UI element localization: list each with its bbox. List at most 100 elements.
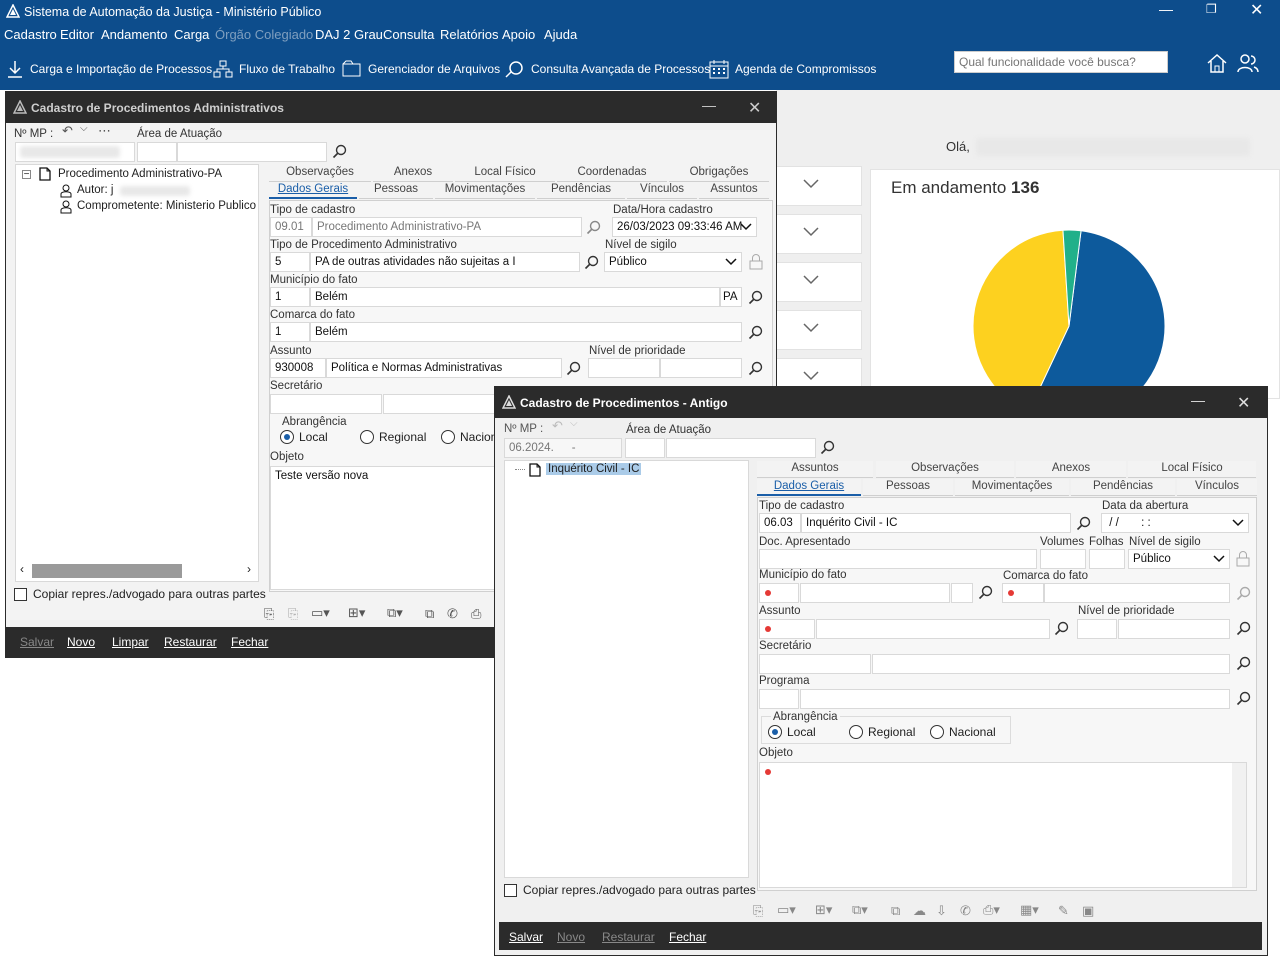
search-icon[interactable]	[748, 325, 764, 341]
clone-icon[interactable]: ⧉	[891, 903, 900, 919]
comarca-field[interactable]	[1044, 583, 1230, 603]
menu-andamento[interactable]: Andamento	[101, 27, 168, 42]
phone-icon[interactable]: ✆	[447, 606, 458, 622]
menu-relatorios[interactable]: Relatórios	[440, 27, 499, 42]
add-document-icon[interactable]: ⎘	[753, 903, 763, 919]
close-icon[interactable]: ✕	[1237, 393, 1250, 413]
download-doc-icon[interactable]: ⇩	[936, 903, 947, 919]
minimize-icon[interactable]: —	[702, 97, 716, 113]
tab-assuntos[interactable]: Assuntos	[757, 461, 873, 478]
stack-icon[interactable]: ⧉▾	[852, 902, 868, 918]
restaurar-button[interactable]: Restaurar	[164, 635, 217, 649]
programa-field[interactable]	[800, 689, 1230, 709]
tab-movimentacoes[interactable]: Movimentações	[435, 182, 535, 199]
toolbar-agenda[interactable]: Agenda de Compromissos	[709, 58, 876, 80]
horizontal-scrollbar-thumb[interactable]	[32, 564, 182, 578]
search-icon[interactable]	[978, 585, 994, 601]
assunto-field[interactable]: Política e Normas Administrativas	[326, 358, 562, 378]
radio-regional[interactable]: Regional	[849, 725, 915, 739]
objeto-textarea[interactable]	[759, 762, 1247, 888]
fechar-button[interactable]: Fechar	[669, 930, 706, 944]
scroll-left-icon[interactable]: ‹	[20, 562, 24, 576]
tab-anexos[interactable]: Anexos	[1016, 461, 1126, 478]
sigilo-select[interactable]: Público	[604, 252, 742, 272]
tab-obrigacoes[interactable]: Obrigações	[669, 165, 769, 182]
secretario-code[interactable]	[759, 654, 871, 674]
tab-pendencias[interactable]: Pendências	[537, 182, 625, 199]
toolbar-gerenciador-arquivos[interactable]: Gerenciador de Arquivos	[342, 58, 500, 80]
novo-button[interactable]: Novo	[67, 635, 95, 649]
tipo-cadastro-code[interactable]: 06.03	[759, 513, 801, 533]
search-icon[interactable]	[1236, 586, 1252, 602]
restore-icon[interactable]: ❐	[1206, 2, 1217, 16]
accordion-item[interactable]	[776, 262, 862, 302]
chevron-down-icon[interactable]	[740, 223, 752, 231]
search-icon[interactable]	[1054, 621, 1070, 637]
prioridade-code[interactable]	[1077, 619, 1117, 639]
fechar-button[interactable]: Fechar	[231, 635, 268, 649]
tab-pessoas[interactable]: Pessoas	[359, 182, 433, 199]
tree-node-procedimento[interactable]: Procedimento Administrativo-PA	[58, 168, 222, 180]
search-icon[interactable]	[584, 255, 600, 271]
calendar-icon[interactable]: ▦▾	[1020, 902, 1039, 918]
municipio-code[interactable]	[759, 583, 799, 603]
print-icon[interactable]: ⎙▾	[983, 902, 1000, 918]
accordion-item[interactable]	[776, 166, 862, 206]
lock-icon[interactable]	[749, 254, 763, 270]
image-icon[interactable]: ▣	[1082, 903, 1094, 919]
functionality-search-input[interactable]	[954, 51, 1168, 73]
secretario-field[interactable]	[872, 654, 1230, 674]
search-icon[interactable]	[586, 220, 602, 236]
copiar-checkbox[interactable]: Copiar repres./advogado para outras part…	[504, 883, 756, 897]
search-icon[interactable]	[820, 440, 836, 456]
nmp-field[interactable]: 06.2024. -	[504, 438, 622, 458]
radio-local[interactable]: Local	[280, 430, 328, 444]
tab-local-fisico[interactable]: Local Físico	[1128, 461, 1256, 478]
municipio-field[interactable]: Belém	[310, 287, 720, 307]
tab-dados-gerais[interactable]: Dados Gerais	[757, 479, 861, 496]
search-icon[interactable]	[1076, 516, 1092, 532]
tab-anexos[interactable]: Anexos	[373, 165, 453, 182]
tab-observacoes[interactable]: Observações	[876, 461, 1014, 478]
stack-icon[interactable]: ⧉▾	[387, 605, 403, 621]
assunto-field[interactable]	[816, 619, 1050, 639]
folder-icon[interactable]: ▭▾	[311, 605, 330, 621]
programa-code[interactable]	[759, 689, 799, 709]
limpar-button[interactable]: Limpar	[112, 635, 149, 649]
folder-icon[interactable]: ▭▾	[777, 902, 796, 918]
area-code-field[interactable]	[137, 142, 177, 162]
secretario-code[interactable]	[270, 394, 382, 414]
municipio-field[interactable]	[800, 583, 950, 603]
tree-node-inquerito[interactable]: Inquérito Civil - IC	[546, 463, 642, 475]
edit-doc-icon[interactable]: ✎	[1058, 903, 1069, 919]
area-field[interactable]	[666, 438, 816, 458]
tree-icon[interactable]: ⊞▾	[815, 902, 832, 918]
tree-node-autor[interactable]: Autor: j	[77, 184, 113, 196]
cloud-icon[interactable]: ☁	[913, 903, 926, 919]
toolbar-fluxo-trabalho[interactable]: Fluxo de Trabalho	[213, 58, 335, 80]
comarca-code[interactable]	[1002, 583, 1044, 603]
salvar-button[interactable]: Salvar	[509, 930, 543, 944]
tipo-cadastro-field[interactable]: Procedimento Administrativo-PA	[312, 217, 582, 237]
tab-assuntos[interactable]: Assuntos	[699, 182, 769, 199]
area-code-field[interactable]	[625, 438, 665, 458]
chevron-down-icon[interactable]: ⌵	[80, 123, 88, 134]
close-icon[interactable]: ✕	[748, 98, 761, 118]
undo-icon[interactable]: ↶	[62, 123, 73, 139]
close-icon[interactable]: ✕	[1250, 0, 1263, 20]
folhas-field[interactable]	[1089, 549, 1125, 569]
tipo-procedimento-field[interactable]: PA de outras atividades não sujeitas a I	[310, 252, 580, 272]
menu-consulta[interactable]: Consulta	[383, 27, 434, 42]
copiar-checkbox[interactable]: Copiar repres./advogado para outras part…	[14, 587, 266, 601]
tab-coordenadas[interactable]: Coordenadas	[557, 165, 667, 182]
comarca-field[interactable]: Belém	[310, 322, 742, 342]
tab-pendencias[interactable]: Pendências	[1071, 479, 1175, 496]
add-document-icon[interactable]: ⎘	[264, 606, 274, 622]
secretario-field[interactable]	[383, 394, 495, 414]
data-hora-field[interactable]: 26/03/2023 09:33:46 AM	[612, 217, 757, 237]
clone-icon[interactable]: ⧉	[425, 606, 434, 622]
assunto-code[interactable]	[759, 619, 815, 639]
users-icon[interactable]	[1237, 52, 1259, 74]
tab-movimentacoes[interactable]: Movimentações	[955, 479, 1069, 496]
menu-cadastro[interactable]: Cadastro	[4, 27, 57, 42]
